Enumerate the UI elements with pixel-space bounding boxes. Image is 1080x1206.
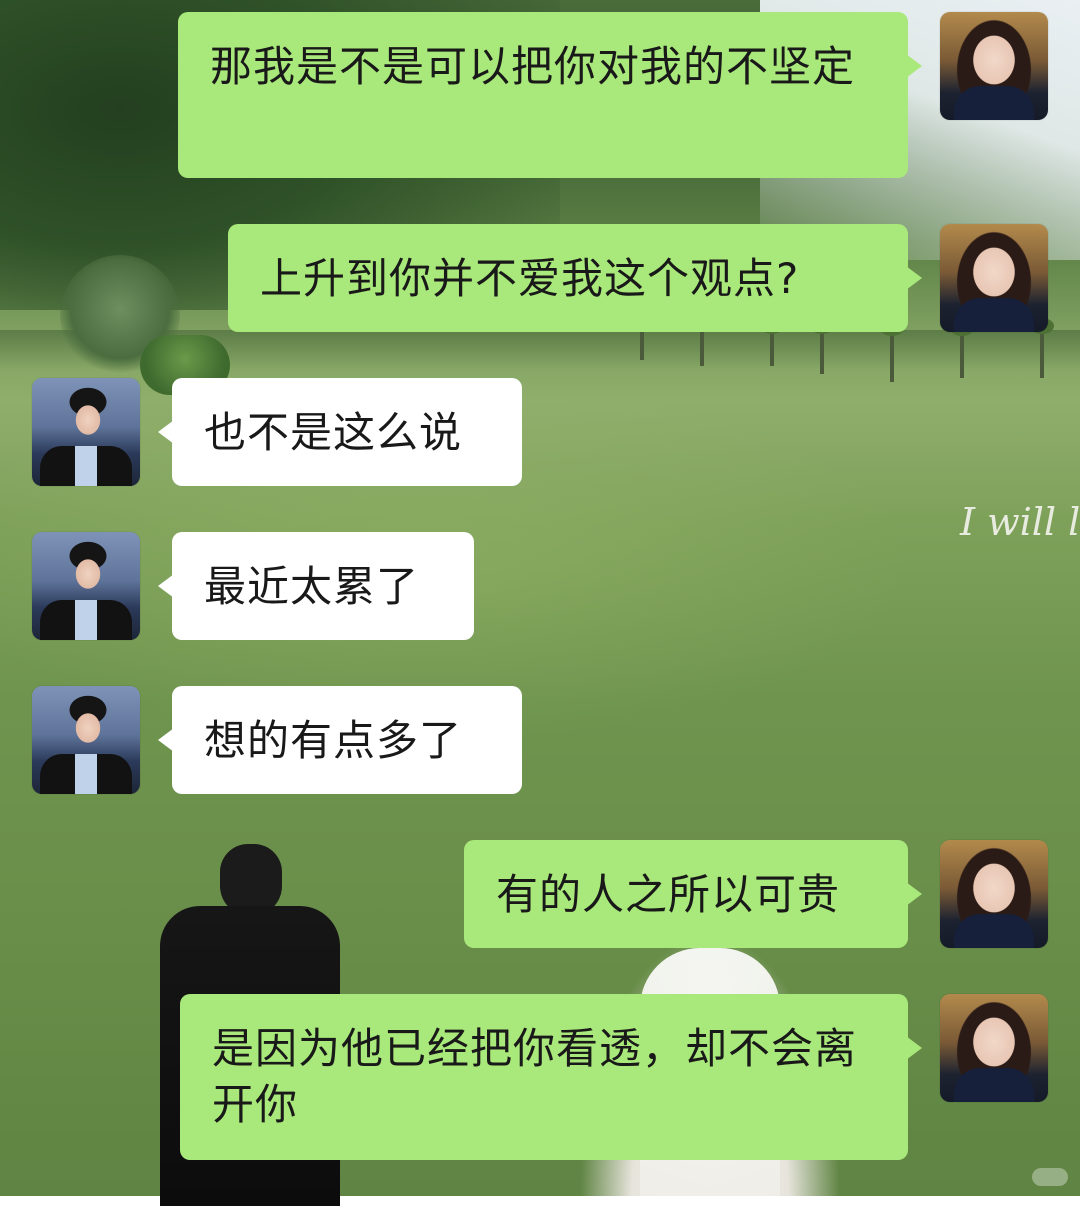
wallpaper-tree: [1030, 318, 1054, 378]
avatar-man-icon[interactable]: [32, 532, 140, 640]
avatar-man-icon[interactable]: [32, 686, 140, 794]
wallpaper-tree: [810, 318, 834, 374]
avatar-woman-icon[interactable]: [940, 840, 1048, 948]
received-message-bubble[interactable]: 最近太累了: [158, 532, 474, 640]
sent-message-bubble[interactable]: 是因为他已经把你看透，却不会离开你: [180, 994, 922, 1160]
wallpaper-tree: [690, 316, 714, 366]
wallpaper-watermark: I will lo: [960, 500, 1080, 544]
avatar-woman-icon[interactable]: [940, 224, 1048, 332]
received-message-bubble[interactable]: 想的有点多了: [158, 686, 522, 794]
wallpaper-tree: [950, 320, 974, 378]
avatar-man-icon[interactable]: [32, 378, 140, 486]
avatar-woman-icon[interactable]: [940, 994, 1048, 1102]
wallpaper-tree: [630, 316, 654, 360]
received-message-bubble[interactable]: 也不是这么说: [158, 378, 522, 486]
wallpaper-tree: [760, 318, 784, 366]
sent-message-bubble[interactable]: 那我是不是可以把你对我的不坚定: [178, 12, 922, 178]
avatar-woman-icon[interactable]: [940, 12, 1048, 120]
wallpaper-tree: [880, 320, 904, 382]
sent-message-bubble[interactable]: 上升到你并不爱我这个观点?: [228, 224, 922, 332]
sent-message-bubble[interactable]: 有的人之所以可贵: [464, 840, 922, 948]
corner-watermark-badge: [1032, 1168, 1068, 1186]
